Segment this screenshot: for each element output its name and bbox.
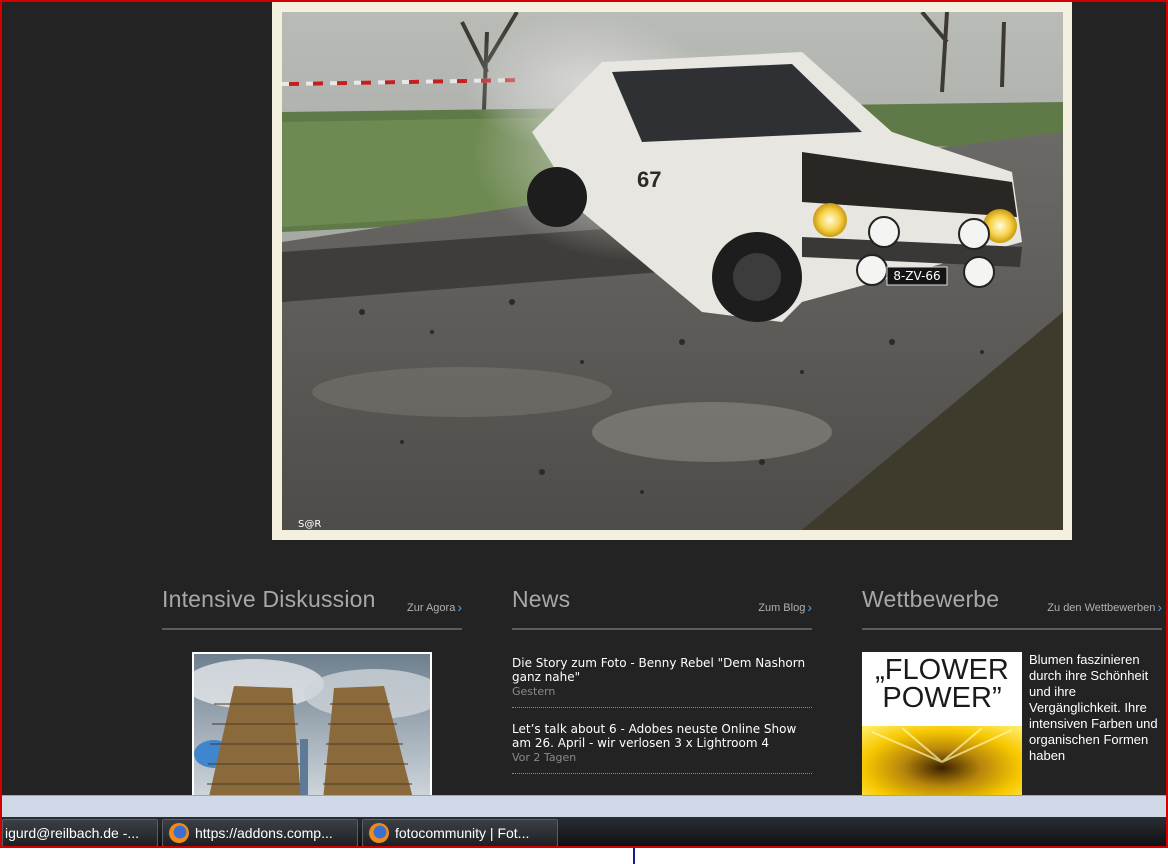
chevron-right-icon: ›: [1157, 599, 1162, 615]
contests-link[interactable]: Zu den Wettbewerben ›: [1047, 598, 1162, 615]
license-plate-text: 8-ZV-66: [893, 269, 940, 283]
contest-description: Blumen faszinieren durch ihre Schönheit …: [1029, 652, 1158, 763]
contests-section: Wettbewerbe Zu den Wettbewerben › „FLOWER…: [862, 582, 1162, 802]
news-item-title[interactable]: Die Story zum Foto - Benny Rebel "Dem Na…: [512, 656, 812, 684]
taskbar-item-mail[interactable]: igurd@reilbach.de -...: [2, 819, 158, 846]
contests-link-label: Zu den Wettbewerben: [1047, 602, 1156, 614]
featured-photo[interactable]: 8-ZV-66 67 S@R: [282, 12, 1063, 530]
news-header: News Zum Blog ›: [512, 582, 812, 630]
contests-header: Wettbewerbe Zu den Wettbewerben ›: [862, 582, 1162, 630]
news-item[interactable]: Die Story zum Foto - Benny Rebel "Dem Na…: [512, 642, 812, 708]
browser-viewport: 8-ZV-66 67 S@R Intensive Diskussion Zur …: [0, 0, 1168, 848]
text-cursor: [633, 848, 635, 864]
news-title: News: [512, 586, 571, 612]
news-section: News Zum Blog › Die Story zum Foto - Benn…: [512, 582, 812, 774]
agora-link-label: Zur Agora: [407, 602, 456, 614]
chevron-right-icon: ›: [457, 599, 462, 615]
taskbar-item-label: fotocommunity | Fot...: [395, 825, 530, 841]
news-list: Die Story zum Foto - Benny Rebel "Dem Na…: [512, 642, 812, 774]
agora-link[interactable]: Zur Agora ›: [407, 598, 462, 615]
firefox-icon: [369, 822, 389, 843]
taskbar-item-label: igurd@reilbach.de -...: [5, 825, 140, 841]
featured-photo-frame[interactable]: 8-ZV-66 67 S@R: [272, 2, 1072, 540]
taskbar-item-addons[interactable]: https://addons.comp...: [162, 819, 358, 846]
chevron-right-icon: ›: [807, 599, 812, 615]
taskbar: igurd@reilbach.de -... https://addons.co…: [2, 817, 1166, 846]
contest-thumbnail[interactable]: „FLOWER POWER”: [862, 652, 1022, 802]
discussion-section: Intensive Diskussion Zur Agora ›: [162, 582, 462, 812]
news-item[interactable]: Let’s talk about 6 - Adobes neuste Onlin…: [512, 708, 812, 774]
car-number-text: 67: [637, 167, 661, 192]
contests-title: Wettbewerbe: [862, 586, 1000, 612]
blog-link-label: Zum Blog: [758, 602, 806, 614]
status-bar: [2, 795, 1166, 817]
news-item-date: Gestern: [512, 685, 556, 698]
taskbar-item-fotocommunity[interactable]: fotocommunity | Fot...: [362, 819, 558, 846]
firefox-icon: [169, 822, 189, 843]
blog-link[interactable]: Zum Blog ›: [758, 598, 812, 615]
discussion-header: Intensive Diskussion Zur Agora ›: [162, 582, 462, 630]
discussion-thumbnail[interactable]: [192, 652, 432, 812]
news-item-date: Vor 2 Tagen: [512, 751, 577, 764]
taskbar-item-label: https://addons.comp...: [195, 825, 333, 841]
discussion-title: Intensive Diskussion: [162, 586, 376, 612]
photo-credit: S@R: [298, 519, 322, 530]
news-item-title[interactable]: Let’s talk about 6 - Adobes neuste Onlin…: [512, 722, 812, 750]
